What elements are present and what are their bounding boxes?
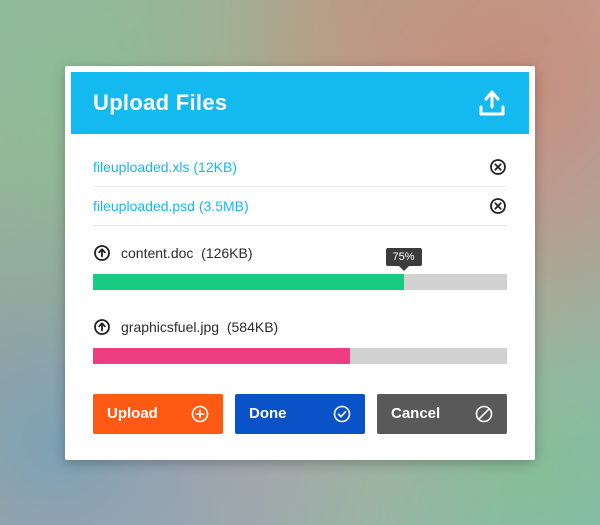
upload-button-label: Upload (107, 405, 158, 422)
done-button[interactable]: Done (235, 394, 365, 434)
progress-fill (93, 348, 350, 364)
arrow-up-circle-icon (93, 244, 111, 262)
done-button-label: Done (249, 405, 287, 422)
completed-file-row: fileuploaded.xls (12KB) (93, 148, 507, 187)
plus-circle-icon (191, 405, 209, 423)
completed-file-label: fileuploaded.xls (12KB) (93, 159, 237, 175)
uploading-list: content.doc (126KB) 75% graphicsfuel.jpg (… (93, 226, 507, 374)
arrow-up-circle-icon (93, 318, 111, 336)
remove-file-button[interactable] (489, 197, 507, 215)
slash-circle-icon (475, 405, 493, 423)
cancel-button[interactable]: Cancel (377, 394, 507, 434)
dialog-header: Upload Files (71, 72, 529, 134)
progress-fill (93, 274, 404, 290)
progress-bar: 75% (93, 274, 507, 290)
uploading-file-block: content.doc (126KB) 75% (93, 226, 507, 300)
completed-file-label: fileuploaded.psd (3.5MB) (93, 198, 249, 214)
uploading-file-head: graphicsfuel.jpg (584KB) (93, 318, 507, 336)
remove-file-button[interactable] (489, 158, 507, 176)
dialog-title: Upload Files (93, 90, 227, 116)
upload-dialog: Upload Files fileuploaded.xls (12KB)file… (65, 66, 535, 460)
completed-list: fileuploaded.xls (12KB) fileuploaded.psd … (93, 148, 507, 226)
uploading-file-label: content.doc (126KB) (121, 245, 253, 261)
dialog-body: fileuploaded.xls (12KB) fileuploaded.psd … (71, 134, 529, 376)
progress-tooltip: 75% (385, 248, 421, 266)
uploading-file-head: content.doc (126KB) (93, 244, 507, 262)
cancel-button-label: Cancel (391, 405, 440, 422)
completed-file-row: fileuploaded.psd (3.5MB) (93, 187, 507, 226)
upload-button[interactable]: Upload (93, 394, 223, 434)
check-circle-icon (333, 405, 351, 423)
progress-bar (93, 348, 507, 364)
uploading-file-label: graphicsfuel.jpg (584KB) (121, 319, 278, 335)
dialog-footer: Upload Done Cancel (71, 376, 529, 454)
upload-icon[interactable] (477, 89, 507, 117)
uploading-file-block: graphicsfuel.jpg (584KB) (93, 300, 507, 374)
